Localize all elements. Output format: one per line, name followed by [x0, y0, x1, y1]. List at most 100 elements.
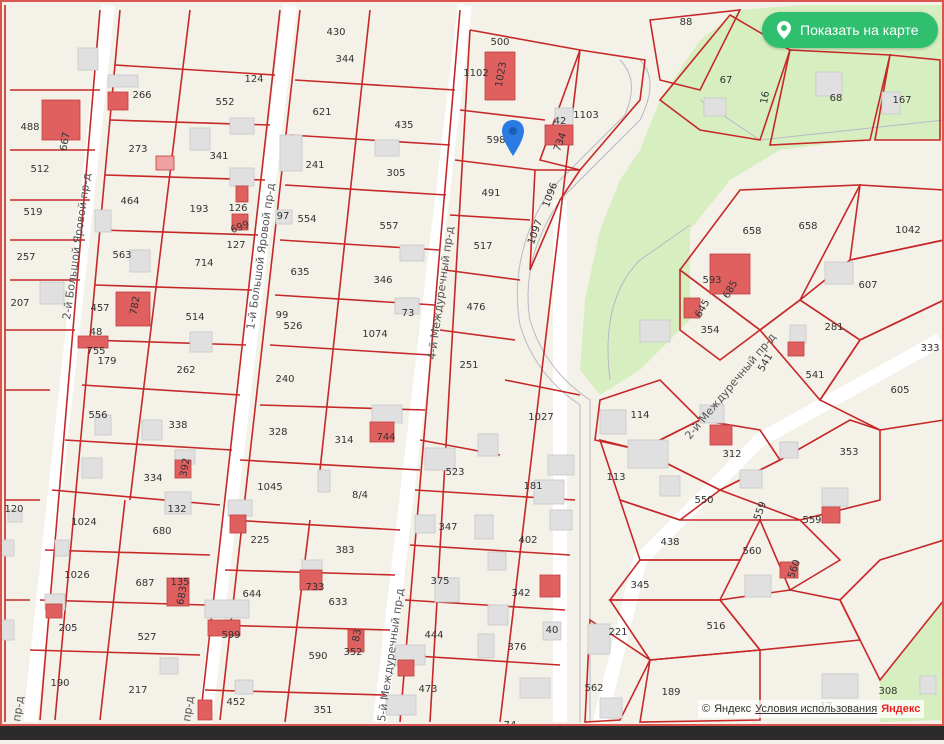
parcel-number: 353	[839, 447, 858, 458]
parcel-number: 541	[805, 370, 824, 381]
parcel-number: 338	[168, 420, 187, 431]
parcel-number: 240	[275, 374, 294, 385]
map-copyright: © Яндекс Условия использования Яндекс	[698, 700, 925, 718]
parcel-number: 599	[221, 630, 240, 641]
parcel-number: 67	[720, 75, 733, 86]
parcel-number: 167	[892, 95, 911, 106]
parcel-number: 473	[418, 684, 437, 695]
pin-icon	[777, 21, 791, 39]
parcel-number: 48	[90, 327, 103, 338]
parcel-number: 113	[606, 472, 625, 483]
parcel-number: 120	[4, 504, 23, 515]
parcel-number: 607	[858, 280, 877, 291]
parcel-number: 312	[722, 449, 741, 460]
bottom-bar	[0, 726, 944, 740]
parcel-number: 1026	[64, 570, 89, 581]
parcel-number: 241	[305, 160, 324, 171]
parcel-number: 590	[308, 651, 327, 662]
parcel-number: 193	[189, 204, 208, 215]
parcel-number: 1103	[573, 110, 598, 121]
parcel-number: 438	[660, 537, 679, 548]
parcel-number: 73	[402, 308, 415, 319]
parcel-number: 658	[798, 221, 817, 232]
parcel-number: 1102	[463, 68, 488, 79]
parcel-number: 344	[335, 54, 354, 65]
parcel-number: 687	[135, 578, 154, 589]
parcel-number: 476	[466, 302, 485, 313]
parcel-number: 181	[523, 481, 542, 492]
parcel-number: 88	[680, 17, 693, 28]
parcel-number: 523	[445, 467, 464, 478]
copyright-sign: ©	[702, 703, 711, 715]
parcel-number: 207	[10, 298, 29, 309]
parcel-number: 527	[137, 632, 156, 643]
parcel-number: 1042	[895, 225, 920, 236]
parcel-number: 132	[167, 504, 186, 515]
parcel-number: 402	[518, 535, 537, 546]
parcel-number: 68	[830, 93, 843, 104]
parcel-number: 281	[824, 322, 843, 333]
location-pin-icon[interactable]	[500, 118, 526, 162]
parcel-number: 1074	[362, 329, 387, 340]
parcel-number: 221	[608, 627, 627, 638]
terms-link[interactable]: Условия использования	[755, 703, 877, 715]
parcel-number: 557	[379, 221, 398, 232]
parcel-number: 514	[185, 312, 204, 323]
parcel-number: 354	[700, 325, 719, 336]
parcel-number: 190	[50, 678, 69, 689]
parcel-number: 328	[268, 427, 287, 438]
parcel-number: 1024	[71, 517, 96, 528]
parcel-number: 179	[97, 356, 116, 367]
parcel-number: 714	[194, 258, 213, 269]
parcel-number: 347	[438, 522, 457, 533]
parcel-number: 491	[481, 188, 500, 199]
parcel-number: 127	[226, 240, 245, 251]
parcel-number: 516	[706, 621, 725, 632]
parcel-number: 633	[328, 597, 347, 608]
parcel-number: 262	[176, 365, 195, 376]
copyright-owner: Яндекс	[714, 703, 752, 715]
parcel-number: 266	[132, 90, 151, 101]
parcel-number: 40	[546, 625, 559, 636]
parcel-number: 1045	[257, 482, 282, 493]
parcel-number: 83	[351, 628, 364, 642]
parcel-number: 562	[584, 683, 603, 694]
parcel-number: 457	[90, 303, 109, 314]
parcel-number: 519	[23, 207, 42, 218]
parcel-number: 500	[490, 37, 509, 48]
parcel-number: 352	[343, 647, 362, 658]
parcel-number: 621	[312, 107, 331, 118]
parcel-number: 452	[226, 697, 245, 708]
parcel-number: 680	[152, 526, 171, 537]
parcel-number: 744	[376, 432, 395, 443]
parcel-number: 16	[759, 90, 772, 104]
parcel-number: 376	[507, 642, 526, 653]
parcel-number: 205	[58, 623, 77, 634]
parcel-number: 189	[661, 687, 680, 698]
parcel-number: 346	[373, 275, 392, 286]
parcel-number: 334	[143, 473, 162, 484]
parcel-number: 733	[305, 582, 324, 593]
parcel-number: 342	[511, 588, 530, 599]
show-on-map-button[interactable]: Показать на карте	[762, 12, 938, 48]
parcel-number: 658	[742, 226, 761, 237]
parcel-number: 114	[630, 410, 649, 421]
parcel-number: 488	[20, 122, 39, 133]
parcel-number: 550	[694, 495, 713, 506]
parcel-number: 124	[244, 74, 263, 85]
parcel-number: 556	[88, 410, 107, 421]
parcel-number: 554	[297, 214, 316, 225]
parcel-number: 257	[16, 252, 35, 263]
parcel-number: 1027	[528, 412, 553, 423]
parcel-number: 217	[128, 685, 147, 696]
show-on-map-label: Показать на карте	[800, 22, 919, 38]
parcel-number: 351	[313, 705, 332, 716]
parcel-number: 8/4	[352, 490, 368, 501]
parcel-number: 605	[890, 385, 909, 396]
parcel-number: 635	[290, 267, 309, 278]
parcel-number: 512	[30, 164, 49, 175]
parcel-number: 375	[430, 576, 449, 587]
cadastral-map[interactable]: 2-й Большой Яровой пр-д 1-й Большой Яров…	[0, 0, 944, 740]
parcel-number: 430	[326, 27, 345, 38]
parcel-number: 273	[128, 144, 147, 155]
